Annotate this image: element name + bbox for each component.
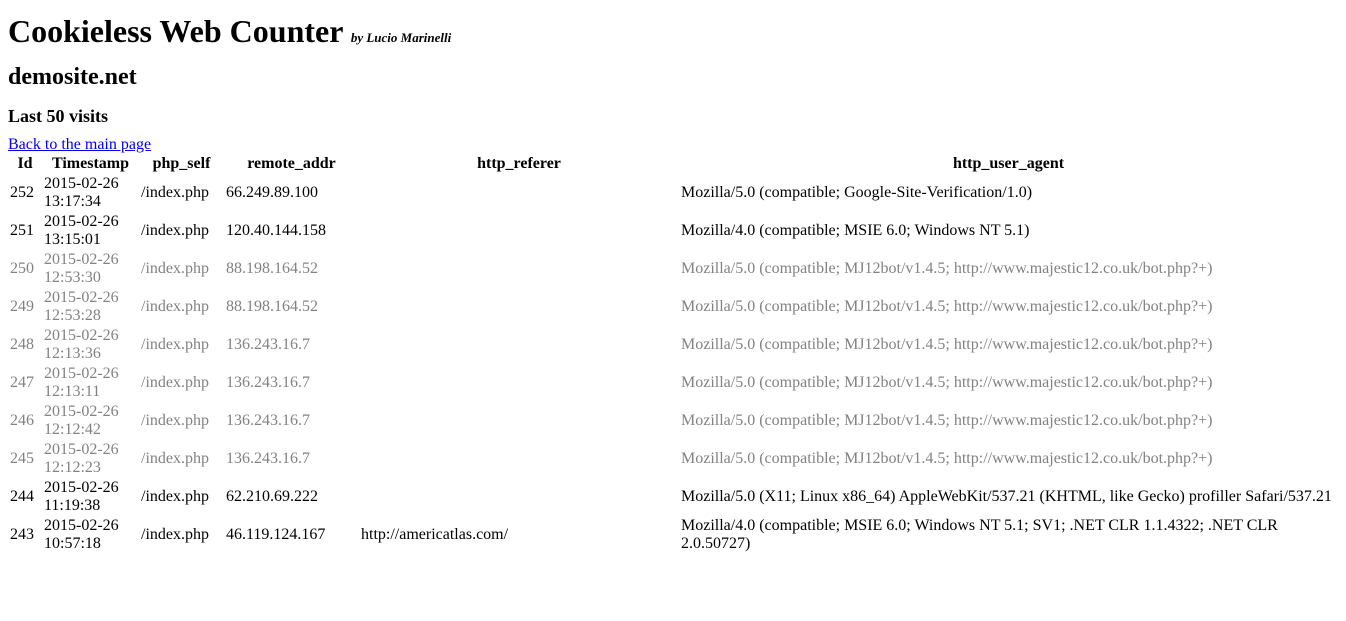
cell-self: /index.php [139,402,224,440]
col-php-self: php_self [139,154,224,174]
cell-addr: 120.40.144.158 [224,212,359,250]
cell-ref [359,478,679,516]
cell-ua: Mozilla/5.0 (compatible; MJ12bot/v1.4.5;… [679,288,1338,326]
site-name: demosite.net [8,64,1338,91]
cell-id: 244 [8,478,42,516]
table-row: 2492015-02-26 12:53:28/index.php88.198.1… [8,288,1338,326]
cell-addr: 62.210.69.222 [224,478,359,516]
cell-self: /index.php [139,212,224,250]
col-id: Id [8,154,42,174]
cell-ua: Mozilla/5.0 (X11; Linux x86_64) AppleWeb… [679,478,1338,516]
cell-id: 247 [8,364,42,402]
cell-addr: 46.119.124.167 [224,516,359,554]
cell-ts: 2015-02-26 10:57:18 [42,516,139,554]
table-row: 2462015-02-26 12:12:42/index.php136.243.… [8,402,1338,440]
cell-id: 245 [8,440,42,478]
visits-table: Id Timestamp php_self remote_addr http_r… [8,154,1338,554]
cell-ts: 2015-02-26 12:53:30 [42,250,139,288]
cell-self: /index.php [139,326,224,364]
cell-ts: 2015-02-26 11:19:38 [42,478,139,516]
cell-ref [359,326,679,364]
cell-ref: http://americatlas.com/ [359,516,679,554]
cell-id: 250 [8,250,42,288]
cell-id: 251 [8,212,42,250]
section-heading: Last 50 visits [8,106,1338,127]
cell-ua: Mozilla/5.0 (compatible; MJ12bot/v1.4.5;… [679,250,1338,288]
cell-self: /index.php [139,250,224,288]
cell-addr: 136.243.16.7 [224,326,359,364]
cell-ts: 2015-02-26 13:17:34 [42,174,139,212]
cell-ref [359,402,679,440]
cell-addr: 88.198.164.52 [224,288,359,326]
cell-self: /index.php [139,478,224,516]
col-http-referer: http_referer [359,154,679,174]
cell-id: 243 [8,516,42,554]
cell-id: 248 [8,326,42,364]
cell-ref [359,174,679,212]
cell-ts: 2015-02-26 13:15:01 [42,212,139,250]
table-row: 2482015-02-26 12:13:36/index.php136.243.… [8,326,1338,364]
cell-addr: 136.243.16.7 [224,402,359,440]
cell-ua: Mozilla/5.0 (compatible; MJ12bot/v1.4.5;… [679,440,1338,478]
cell-self: /index.php [139,288,224,326]
table-row: 2472015-02-26 12:13:11/index.php136.243.… [8,364,1338,402]
cell-addr: 88.198.164.52 [224,250,359,288]
page-title: Cookieless Web Counter by Lucio Marinell… [8,13,1338,50]
cell-id: 249 [8,288,42,326]
table-row: 2432015-02-26 10:57:18/index.php46.119.1… [8,516,1338,554]
cell-ts: 2015-02-26 12:13:11 [42,364,139,402]
col-timestamp: Timestamp [42,154,139,174]
table-row: 2442015-02-26 11:19:38/index.php62.210.6… [8,478,1338,516]
table-row: 2522015-02-26 13:17:34/index.php66.249.8… [8,174,1338,212]
cell-ref [359,288,679,326]
cell-ref [359,440,679,478]
cell-ua: Mozilla/5.0 (compatible; MJ12bot/v1.4.5;… [679,402,1338,440]
table-header-row: Id Timestamp php_self remote_addr http_r… [8,154,1338,174]
cell-ref [359,212,679,250]
cell-id: 246 [8,402,42,440]
byline: by Lucio Marinelli [351,30,451,45]
cell-ts: 2015-02-26 12:13:36 [42,326,139,364]
cell-addr: 136.243.16.7 [224,440,359,478]
cell-ref [359,250,679,288]
cell-id: 252 [8,174,42,212]
cell-addr: 66.249.89.100 [224,174,359,212]
cell-ua: Mozilla/5.0 (compatible; MJ12bot/v1.4.5;… [679,364,1338,402]
cell-addr: 136.243.16.7 [224,364,359,402]
cell-ts: 2015-02-26 12:12:42 [42,402,139,440]
table-row: 2512015-02-26 13:15:01/index.php120.40.1… [8,212,1338,250]
cell-ref [359,364,679,402]
cell-ua: Mozilla/4.0 (compatible; MSIE 6.0; Windo… [679,212,1338,250]
cell-self: /index.php [139,364,224,402]
back-link[interactable]: Back to the main page [8,136,151,153]
col-http-user-agent: http_user_agent [679,154,1338,174]
cell-ts: 2015-02-26 12:12:23 [42,440,139,478]
cell-ua: Mozilla/4.0 (compatible; MSIE 6.0; Windo… [679,516,1338,554]
cell-self: /index.php [139,174,224,212]
cell-ua: Mozilla/5.0 (compatible; Google-Site-Ver… [679,174,1338,212]
cell-ua: Mozilla/5.0 (compatible; MJ12bot/v1.4.5;… [679,326,1338,364]
cell-self: /index.php [139,440,224,478]
cell-ts: 2015-02-26 12:53:28 [42,288,139,326]
cell-self: /index.php [139,516,224,554]
table-row: 2502015-02-26 12:53:30/index.php88.198.1… [8,250,1338,288]
title-text: Cookieless Web Counter [8,13,343,49]
table-row: 2452015-02-26 12:12:23/index.php136.243.… [8,440,1338,478]
col-remote-addr: remote_addr [224,154,359,174]
